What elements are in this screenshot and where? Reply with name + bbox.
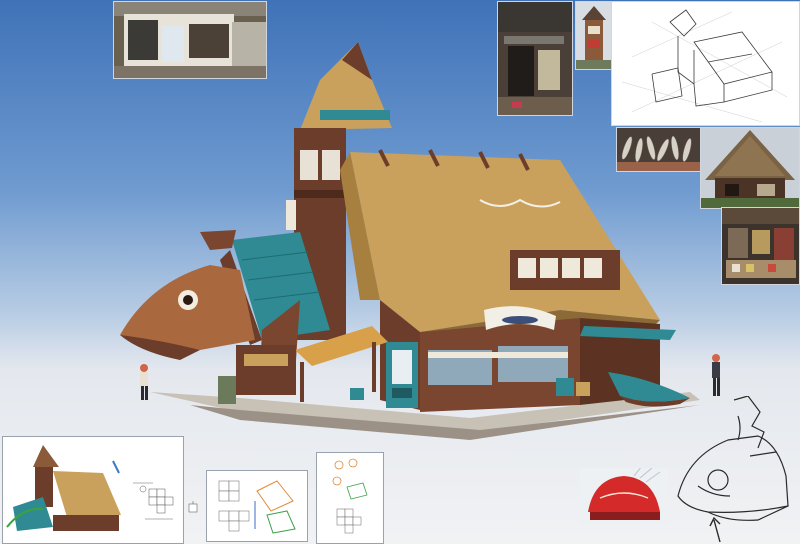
panel-figure-diagram — [316, 452, 384, 544]
vending-machine — [386, 342, 418, 408]
figure-diagram-art — [332, 458, 368, 534]
panel-connector-icon — [188, 501, 198, 513]
fish-head-line-sketch — [677, 396, 789, 543]
dormer — [510, 250, 620, 290]
color-thumbnail-art — [6, 445, 174, 531]
red-fish-building-art — [580, 468, 668, 524]
panel-color-thumbnail — [2, 436, 184, 544]
panel-tile-diagram — [206, 470, 308, 542]
reference-photo-red-fish-building — [580, 468, 668, 524]
figure-right — [712, 354, 720, 396]
tile-diagram-art — [218, 480, 296, 534]
fish-facade — [120, 230, 255, 360]
figure-left — [140, 364, 148, 400]
